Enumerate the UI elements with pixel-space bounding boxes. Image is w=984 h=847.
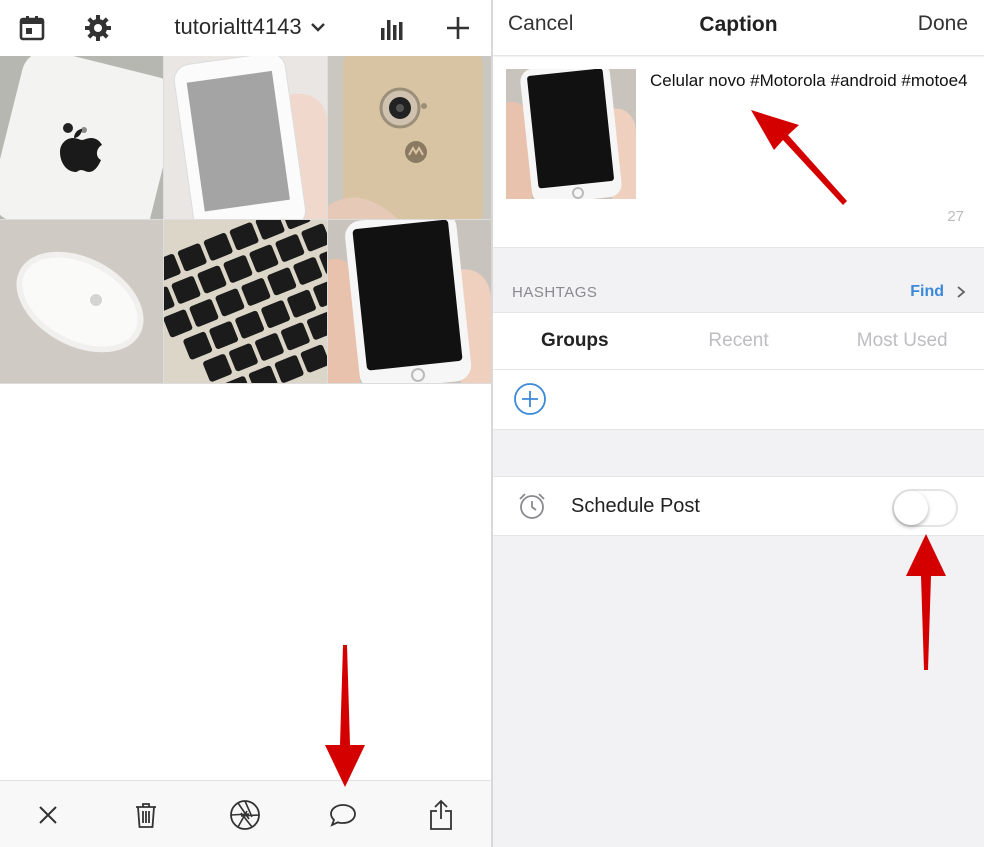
bottom-toolbar xyxy=(0,780,491,847)
photo-grid xyxy=(0,56,491,384)
toggle-knob xyxy=(894,491,928,525)
add-circle-icon[interactable] xyxy=(513,382,547,416)
white-phone-black-screen-photo xyxy=(506,69,636,199)
apple-magic-mouse-photo xyxy=(0,220,163,383)
caption-input[interactable]: Celular novo #Motorola #android #motoe4 xyxy=(650,69,970,93)
photo-thumbnail[interactable] xyxy=(0,56,163,219)
chevron-down-icon xyxy=(310,23,325,32)
character-count: 27 xyxy=(947,208,964,225)
caption-editor-panel: Cancel Caption Done Celular novo #Motoro… xyxy=(493,0,984,847)
photo-thumbnail[interactable] xyxy=(328,56,491,219)
hashtag-tabs: Groups Recent Most Used xyxy=(493,312,984,370)
calendar-icon[interactable] xyxy=(14,10,50,46)
account-switcher[interactable]: tutorialtt4143 xyxy=(150,12,350,42)
gear-icon[interactable] xyxy=(80,10,116,46)
laptop-keyboard-photo xyxy=(164,220,327,383)
tab-recent[interactable]: Recent xyxy=(657,313,821,369)
find-hashtags-button[interactable]: Find xyxy=(910,283,966,301)
gold-moto-phone-back-photo xyxy=(328,56,491,219)
page-title: Caption xyxy=(699,13,778,36)
photo-thumbnail[interactable] xyxy=(0,220,163,383)
photo-thumbnail[interactable] xyxy=(164,220,327,383)
photo-library-panel: tutorialtt4143 xyxy=(0,0,491,847)
caption-photo-preview xyxy=(506,69,636,199)
annotation-arrow-down xyxy=(325,645,365,787)
white-phone-front-photo xyxy=(164,56,327,219)
schedule-post-row: Schedule Post xyxy=(493,476,984,536)
left-header: tutorialtt4143 xyxy=(0,0,491,56)
close-icon[interactable] xyxy=(28,795,68,835)
tab-groups[interactable]: Groups xyxy=(493,313,657,369)
share-icon[interactable] xyxy=(421,795,461,835)
white-phone-black-screen-photo xyxy=(328,220,491,383)
alarm-clock-icon xyxy=(519,493,545,519)
account-name: tutorialtt4143 xyxy=(174,14,302,39)
aperture-icon[interactable] xyxy=(225,795,265,835)
bar-chart-icon[interactable] xyxy=(374,10,410,46)
white-iphone-back-photo xyxy=(0,56,163,219)
trash-icon[interactable] xyxy=(126,795,166,835)
add-group-row xyxy=(493,370,984,430)
schedule-post-label: Schedule Post xyxy=(571,495,700,517)
schedule-post-toggle[interactable] xyxy=(892,489,958,527)
annotation-arrow-up xyxy=(906,534,946,670)
photo-thumbnail[interactable] xyxy=(164,56,327,219)
plus-icon[interactable] xyxy=(440,10,476,46)
find-label: Find xyxy=(910,283,944,300)
comment-icon[interactable] xyxy=(323,795,363,835)
done-button[interactable]: Done xyxy=(918,12,968,36)
caption-header: Cancel Caption Done xyxy=(493,0,984,56)
hashtags-label: HASHTAGS xyxy=(512,284,598,301)
tab-most-used[interactable]: Most Used xyxy=(820,313,984,369)
hashtags-section-header: HASHTAGS Find xyxy=(493,272,984,312)
caption-area: Celular novo #Motorola #android #motoe4 … xyxy=(493,57,984,248)
chevron-right-icon xyxy=(957,286,966,298)
photo-thumbnail[interactable] xyxy=(328,220,491,383)
